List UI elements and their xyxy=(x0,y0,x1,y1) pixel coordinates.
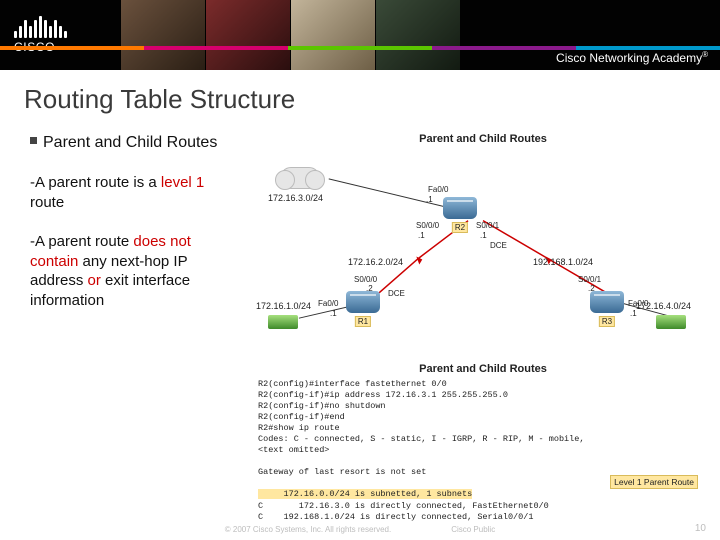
if-label: .1 xyxy=(426,195,433,204)
cli-title: Parent and Child Routes xyxy=(258,363,708,375)
if-label: S0/0/0 xyxy=(416,221,439,230)
cloud-icon xyxy=(280,167,320,189)
net-label-5: 172.16.4.0/24 xyxy=(636,301,691,311)
net-label-1: 172.16.3.0/24 xyxy=(268,193,323,203)
bullet-1-text: Parent and Child Routes xyxy=(43,133,217,153)
if-label: DCE xyxy=(490,241,507,250)
if-label: .1 xyxy=(480,231,487,240)
if-label: Fa0/0 xyxy=(428,185,448,194)
switch-icon xyxy=(656,315,686,329)
diagram-title: Parent and Child Routes xyxy=(258,133,708,145)
if-label: Fa0/0 xyxy=(318,299,338,308)
bullet-square-icon xyxy=(30,137,37,144)
footer-copyright: © 2007 Cisco Systems, Inc. All rights re… xyxy=(225,525,391,534)
if-label: DCE xyxy=(388,289,405,298)
paragraph-2: -A parent route does not contain any nex… xyxy=(30,232,240,310)
net-label-3: 192.168.1.0/24 xyxy=(533,257,593,267)
net-label-4: 172.16.1.0/24 xyxy=(256,301,311,311)
router-r2-icon: R2 xyxy=(443,197,477,223)
switch-icon xyxy=(268,315,298,329)
net-label-2: 172.16.2.0/24 xyxy=(348,257,403,267)
cli-output: R2(config)#interface fastethernet 0/0 R2… xyxy=(258,379,708,523)
if-label: .1 xyxy=(418,231,425,240)
header-banner: CISCO Cisco Networking Academy® xyxy=(0,0,720,70)
slide-title: Routing Table Structure xyxy=(24,84,720,115)
footer: © 2007 Cisco Systems, Inc. All rights re… xyxy=(0,525,720,534)
wire-lines xyxy=(258,149,708,358)
diagram-area: Parent and Child Routes 172.16.3.0/24 R2… xyxy=(252,133,720,523)
network-topology: 172.16.3.0/24 R2 Fa0/0 .1 S0/0/0 .1 S0/0… xyxy=(258,149,708,359)
if-label: .1 xyxy=(330,309,337,318)
academy-label: Cisco Networking Academy® xyxy=(556,50,708,65)
page-number: 10 xyxy=(695,523,706,534)
if-label: S0/0/1 xyxy=(578,275,601,284)
photo-strip xyxy=(120,0,460,70)
router-r1-icon: R1 xyxy=(346,291,380,317)
bullet-1: Parent and Child Routes xyxy=(30,133,240,153)
if-label: S0/0/0 xyxy=(354,275,377,284)
left-column: Parent and Child Routes -A parent route … xyxy=(0,133,252,523)
callout-label: Level 1 Parent Route xyxy=(610,475,698,489)
router-r3-icon: R3 xyxy=(590,291,624,317)
footer-label: Cisco Public xyxy=(451,525,495,534)
if-label: .2 xyxy=(366,284,373,293)
paragraph-1: -A parent route is a level 1 route xyxy=(30,173,240,212)
if-label: .2 xyxy=(588,284,595,293)
if-label: S0/0/1 xyxy=(476,221,499,230)
